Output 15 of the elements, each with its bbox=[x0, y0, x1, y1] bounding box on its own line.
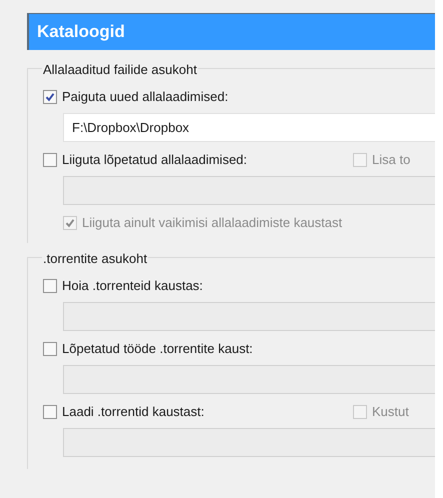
checkbox[interactable] bbox=[43, 342, 57, 356]
checkbox-label: Lisa to bbox=[372, 151, 410, 170]
checkbox-label: Kustut bbox=[372, 403, 409, 422]
checkbox[interactable] bbox=[43, 279, 57, 293]
checkbox-label: Paiguta uued allalaadimised: bbox=[62, 88, 228, 106]
checkbox-label: Hoia .torrenteid kaustas: bbox=[62, 277, 203, 296]
checkbox[interactable] bbox=[43, 405, 57, 419]
checkbox-label: Liiguta ainult vaikimisi allalaadimiste kaustast bbox=[82, 214, 342, 232]
checkbox[interactable] bbox=[43, 90, 57, 104]
checkbox-label: Liiguta lõpetatud allalaadimised: bbox=[62, 151, 248, 170]
path-field[interactable]: F:\Dropbox\Dropbox bbox=[63, 113, 435, 142]
checkbox-label: Lõpetatud tööde .torrentite kaust: bbox=[62, 340, 253, 358]
checkbox-label: Laadi .torrentid kaustast: bbox=[62, 403, 204, 422]
checkbox[interactable] bbox=[43, 153, 57, 167]
panel-title: Kataloogid bbox=[37, 21, 125, 44]
